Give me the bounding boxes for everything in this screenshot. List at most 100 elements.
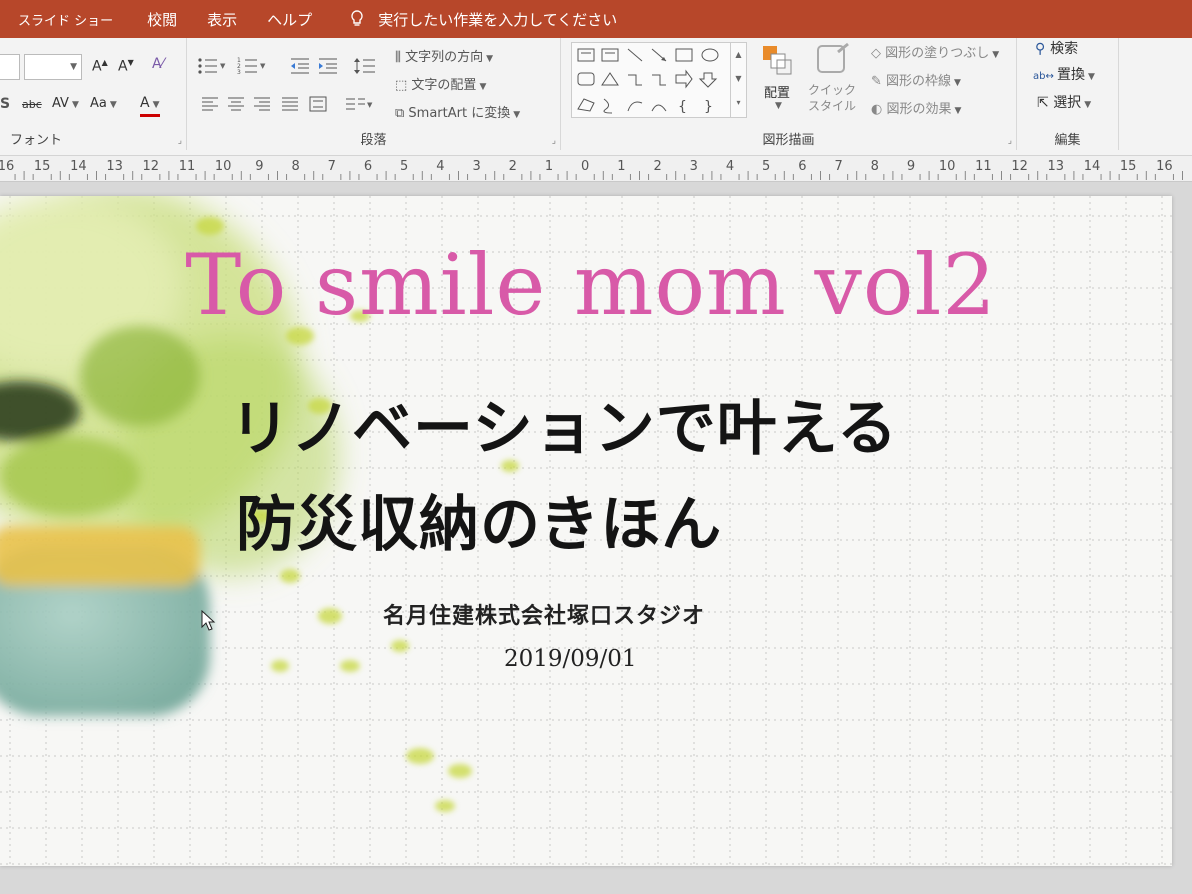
quick-styles-icon	[817, 42, 849, 73]
smartart-label: SmartArt に変換	[408, 106, 511, 121]
strikethrough-button[interactable]: abc	[22, 98, 42, 111]
pointer-icon: ⇱	[1037, 95, 1054, 111]
shapes-gallery[interactable]: { } ▲ ▼ ▾	[571, 42, 747, 118]
shrink-font-button[interactable]: A▼	[118, 58, 134, 75]
slide-subtitle-line1[interactable]: リノベーションで叶える	[230, 380, 898, 467]
drawing-group-label: 図形描画	[762, 133, 815, 148]
font-color-button[interactable]: A ▼	[140, 94, 160, 117]
text-direction-label: 文字列の方向	[405, 50, 484, 65]
quick-styles-button[interactable]: クイック スタイル	[803, 42, 861, 122]
decrease-indent-icon[interactable]	[289, 56, 311, 76]
ruler-label: 16	[0, 159, 15, 174]
ruler-label: 2	[653, 159, 662, 174]
ruler-label: 15	[1119, 159, 1137, 174]
ruler-label: 9	[906, 159, 916, 174]
font-name-combo[interactable]	[0, 54, 20, 80]
arrange-label: 配置	[763, 86, 790, 101]
shape-effects-button[interactable]: ◐ 図形の効果 ▼	[871, 98, 961, 117]
align-left-icon[interactable]	[201, 96, 219, 112]
pencil-icon: ✎	[871, 74, 887, 89]
powerpoint-window: スライド ショー 校閲 表示 ヘルプ 実行したい作業を入力してください ▼ A▲…	[0, 0, 1192, 894]
replace-button[interactable]: ab↔ 置換 ▼	[1033, 64, 1095, 84]
text-direction-icon: ⫼	[395, 50, 406, 65]
move-cursor-icon	[201, 610, 216, 631]
ruler-label: 11	[975, 159, 992, 174]
font-group-label: フォント	[10, 133, 63, 148]
slide[interactable]: To smile mom vol2 リノベーションで叶える 防災収納のきほん 名…	[0, 196, 1172, 866]
quick-styles-label: クイック スタイル	[807, 83, 856, 113]
font-group: ▼ A▲ A▼ A⁄ S abc AV ▼ Aa ▼ A ▼ フォント ⌟	[0, 38, 187, 150]
shape-outline-label: 図形の枠線	[886, 74, 952, 89]
menu-tab-help[interactable]: ヘルプ	[267, 9, 312, 30]
ruler-label: 1	[544, 159, 554, 174]
svg-text:▼: ▼	[260, 62, 266, 70]
company-name[interactable]: 名月住建株式会社塚口スタジオ	[383, 598, 705, 630]
svg-text:▼: ▼	[220, 62, 226, 70]
arrange-button[interactable]: 配置 ▼	[755, 42, 799, 122]
gallery-scroll[interactable]: ▲ ▼ ▾	[730, 43, 746, 117]
editing-group: ⚲ 検索 ab↔ 置換 ▼ ⇱ 選択 ▼ 編集	[1017, 38, 1119, 150]
change-case-button[interactable]: Aa ▼	[90, 96, 117, 111]
ruler-label: 2	[508, 159, 517, 174]
smartart-convert-button[interactable]: ⧉ SmartArt に変換 ▼	[395, 102, 520, 121]
ruler-label: 3	[472, 159, 481, 174]
dialog-launcher-icon[interactable]: ⌟	[1008, 136, 1012, 146]
shape-fill-button[interactable]: ◇ 図形の塗りつぶし ▼	[871, 42, 999, 61]
ruler-label: 6	[363, 159, 373, 174]
ruler-label: 13	[1047, 159, 1065, 174]
menu-tab-review[interactable]: 校閲	[147, 9, 177, 30]
ribbon: ▼ A▲ A▼ A⁄ S abc AV ▼ Aa ▼ A ▼ フォント ⌟ ▼ 123…	[0, 38, 1192, 156]
paragraph-group-label: 段落	[360, 133, 387, 148]
find-button[interactable]: ⚲ 検索	[1035, 38, 1078, 58]
slide-date[interactable]: 2019/09/01	[504, 646, 637, 672]
select-label: 選択	[1053, 95, 1082, 111]
distributed-icon[interactable]	[309, 96, 327, 112]
shape-outline-button[interactable]: ✎ 図形の枠線 ▼	[871, 70, 961, 89]
menu-tab-view[interactable]: 表示	[207, 9, 237, 30]
grow-font-button[interactable]: A▲	[92, 58, 108, 75]
ruler-label: 8	[870, 159, 879, 174]
align-right-icon[interactable]	[253, 96, 271, 112]
arrange-icon	[763, 46, 792, 75]
align-text-button[interactable]: ⬚ 文字の配置 ▼	[395, 74, 486, 93]
font-size-combo[interactable]: ▼	[24, 54, 82, 80]
numbering-icon[interactable]: 123▼	[237, 56, 267, 76]
ruler-label: 12	[1011, 159, 1028, 174]
ruler-label: 1	[617, 159, 626, 174]
slide-title[interactable]: To smile mom vol2	[0, 236, 1172, 334]
ruler-label: 14	[1083, 159, 1101, 174]
justify-icon[interactable]	[281, 96, 299, 112]
dialog-launcher-icon[interactable]: ⌟	[552, 136, 556, 146]
align-center-icon[interactable]	[227, 96, 245, 112]
ruler-label: 10	[214, 159, 232, 174]
editing-group-label: 編集	[1054, 133, 1081, 148]
horizontal-ruler[interactable]: 16 15 14 13 12 11 10 9 8 7 6 5 4 3 2 1 0 1 2 3 4 5 6 7 8 9 10 11 12 1…	[0, 156, 1192, 182]
text-direction-button[interactable]: ⫼ 文字列の方向 ▼	[395, 46, 493, 65]
select-button[interactable]: ⇱ 選択 ▼	[1037, 92, 1091, 112]
increase-indent-icon[interactable]	[317, 56, 339, 76]
svg-text:▼: ▼	[367, 101, 373, 109]
slide-subtitle-line2[interactable]: 防災収納のきほん	[236, 476, 722, 563]
columns-icon[interactable]: ▼	[345, 96, 375, 112]
ruler-label: 4	[725, 159, 735, 174]
menu-tab-slideshow[interactable]: スライド ショー	[18, 10, 113, 29]
ruler-label: 14	[70, 159, 87, 174]
tell-me-search[interactable]: 実行したい作業を入力してください	[350, 9, 617, 30]
align-text-label: 文字の配置	[411, 78, 477, 93]
clear-format-icon[interactable]: A⁄	[152, 56, 164, 72]
dialog-launcher-icon[interactable]: ⌟	[178, 136, 182, 146]
line-spacing-icon[interactable]	[353, 56, 381, 76]
replace-icon: ab↔	[1033, 71, 1058, 82]
char-spacing-button[interactable]: AV ▼	[52, 96, 79, 111]
ruler-label: 11	[178, 159, 196, 174]
shadow-button[interactable]: S	[0, 96, 10, 112]
drawing-group: { } ▲ ▼ ▾ 配置 ▼ クイック スタイル ◇ 図形の塗りつぶし ▼ ✎ 図形の…	[561, 38, 1017, 150]
chevron-down-icon: ▼	[70, 62, 77, 72]
ruler-label: 4	[436, 159, 445, 174]
ruler-label: 8	[291, 159, 300, 174]
shape-effects-label: 図形の効果	[886, 102, 952, 117]
paint-bucket-icon: ◇	[871, 46, 886, 61]
ruler-label: 5	[762, 159, 771, 174]
bullets-icon[interactable]: ▼	[197, 56, 227, 76]
lightbulb-icon	[351, 10, 363, 26]
